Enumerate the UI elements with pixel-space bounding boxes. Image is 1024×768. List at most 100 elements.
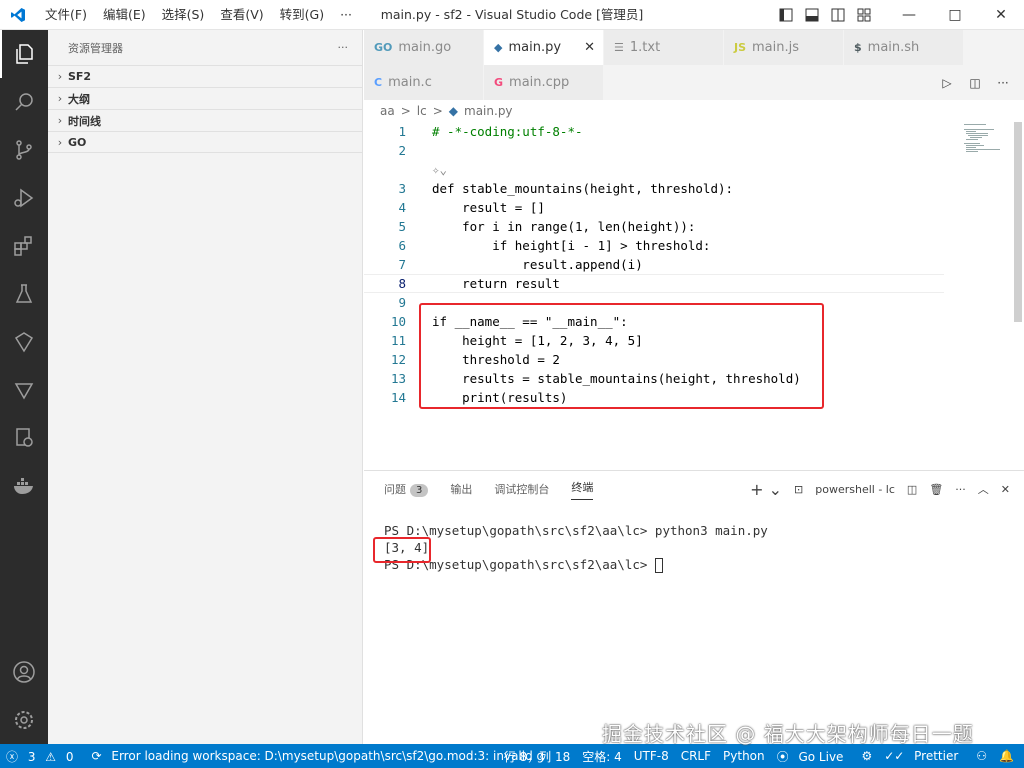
tab-output[interactable]: 输出: [450, 481, 472, 497]
breadcrumb-item[interactable]: lc: [417, 104, 427, 118]
close-tab-icon[interactable]: ✕: [584, 40, 595, 55]
menu-more[interactable]: ···: [333, 0, 359, 30]
breadcrumb-item[interactable]: aa: [380, 104, 395, 118]
menu-selection[interactable]: 选择(S): [155, 0, 212, 30]
sidebar-more-button[interactable]: ···: [338, 41, 349, 54]
minimize-icon[interactable]: —: [886, 0, 932, 30]
tab-main-py[interactable]: ◆ main.py ✕: [484, 30, 604, 65]
section-outline[interactable]: › 大纲: [48, 87, 362, 109]
section-timeline[interactable]: › 时间线: [48, 109, 362, 131]
code-text: if height[i - 1] > threshold:: [432, 238, 711, 253]
line-number: 12: [390, 352, 406, 367]
tab-label: main.c: [388, 75, 432, 90]
docker-icon[interactable]: [0, 462, 48, 510]
indentation[interactable]: 空格: 4: [576, 748, 628, 765]
tab-label: main.js: [752, 40, 800, 55]
code-editor[interactable]: aa > lc > ◆ main.py 1 # -*-coding:utf-8-*…: [364, 100, 1024, 470]
cursor-position[interactable]: 行 8，列 18: [498, 748, 577, 765]
code-line: 1 # -*-coding:utf-8-*-: [364, 122, 944, 141]
source-control-icon[interactable]: [0, 126, 48, 174]
search-icon[interactable]: [0, 78, 48, 126]
terminal-output[interactable]: PS D:\mysetup\gopath\src\sf2\aa\lc> pyth…: [384, 523, 768, 574]
line-number: 5: [398, 219, 406, 234]
tab-main-c[interactable]: Cmain.c: [364, 65, 484, 100]
new-terminal-icon[interactable]: + ⌄: [750, 480, 782, 499]
menu-go[interactable]: 转到(G): [273, 0, 331, 30]
code-line: 3 def stable_mountains(height, threshold)…: [364, 179, 944, 198]
tab-main-cpp[interactable]: Gmain.cpp: [484, 65, 604, 100]
toggle-panel-icon[interactable]: [802, 5, 822, 25]
editor-tabs-row2: Cmain.c Gmain.cpp ▷ ◫ ···: [364, 65, 1024, 100]
copilot-icon[interactable]: ⚙: [855, 749, 878, 763]
tab-main-sh[interactable]: $ main.sh: [844, 30, 964, 65]
editor-scrollbar[interactable]: [1014, 122, 1022, 322]
run-debug-icon[interactable]: [0, 174, 48, 222]
problems-status[interactable]: ⓧ 3 ⚠ 0: [0, 748, 86, 765]
section-go[interactable]: › GO: [48, 131, 362, 153]
status-message-text: Error loading workspace: D:\mysetup\gopa…: [111, 749, 545, 763]
close-panel-icon[interactable]: ✕: [1001, 483, 1010, 496]
section-label: GO: [68, 135, 87, 149]
notifications-bell-icon[interactable]: 🔔: [993, 749, 1020, 763]
code-line: 4 result = []: [364, 198, 944, 217]
codelens-sparkle-icon[interactable]: ✧⌄: [406, 162, 447, 177]
line-number: 13: [390, 371, 406, 386]
terminal-name[interactable]: powershell - lc: [815, 483, 895, 496]
feedback-icon[interactable]: ⚇: [970, 749, 993, 763]
tab-main-js[interactable]: JS main.js: [724, 30, 844, 65]
maximize-icon[interactable]: □: [932, 0, 978, 30]
eol[interactable]: CRLF: [675, 749, 717, 763]
remote-containers-icon[interactable]: [0, 414, 48, 462]
testing-icon[interactable]: [0, 270, 48, 318]
status-message[interactable]: ⟳ Error loading workspace: D:\mysetup\go…: [86, 749, 557, 763]
close-icon[interactable]: ✕: [978, 0, 1024, 30]
trash-icon[interactable]: 🗑: [929, 483, 943, 496]
go-file-icon: GO: [374, 41, 393, 54]
problems-badge: 3: [410, 484, 429, 497]
toggle-secondary-sidebar-icon[interactable]: [828, 5, 848, 25]
split-editor-icon[interactable]: ◫: [966, 76, 984, 90]
tab-debug-console[interactable]: 调试控制台: [494, 481, 549, 497]
go-live-label: Go Live: [798, 749, 844, 764]
run-file-icon[interactable]: ▷: [938, 76, 956, 90]
line-number: 2: [398, 143, 406, 158]
python-file-icon: ◆: [448, 104, 459, 118]
more-actions-icon[interactable]: ···: [994, 76, 1012, 90]
explorer-sidebar: 资源管理器 ··· › SF2 › 大纲 › 时间线 › GO: [48, 30, 363, 744]
text-file-icon: ☰: [614, 41, 624, 54]
tab-label: main.py: [508, 40, 562, 55]
extensions-icon[interactable]: [0, 222, 48, 270]
customize-layout-icon[interactable]: [854, 5, 874, 25]
chevron-right-icon: ›: [57, 92, 63, 105]
tab-main-go[interactable]: GO main.go: [364, 30, 484, 65]
tab-terminal[interactable]: 终端: [571, 479, 594, 500]
section-label: 大纲: [68, 92, 90, 106]
python-file-icon: ◆: [494, 41, 503, 54]
tab-1-txt[interactable]: ☰ 1.txt: [604, 30, 724, 65]
account-icon[interactable]: [0, 648, 48, 696]
breadcrumb-item[interactable]: main.py: [464, 104, 513, 118]
breadcrumb: aa > lc > ◆ main.py: [364, 100, 1024, 122]
explorer-icon[interactable]: [0, 30, 48, 78]
line-number: 11: [390, 333, 406, 348]
menu-edit[interactable]: 编辑(E): [96, 0, 153, 30]
settings-gear-icon[interactable]: [0, 696, 48, 744]
tab-problems[interactable]: 问题 3: [384, 481, 429, 497]
encoding[interactable]: UTF-8: [628, 749, 675, 763]
menu-file[interactable]: 文件(F): [38, 0, 94, 30]
section-sf2[interactable]: › SF2: [48, 65, 362, 87]
split-terminal-icon[interactable]: ◫: [907, 483, 917, 496]
remote-explorer-icon[interactable]: [0, 318, 48, 366]
js-file-icon: JS: [734, 41, 747, 54]
tab-label: 问题: [384, 483, 406, 496]
prettier-button[interactable]: ✓✓ Prettier: [878, 749, 970, 763]
language-mode[interactable]: Python: [717, 749, 771, 763]
maximize-panel-icon[interactable]: ︿: [978, 481, 989, 497]
minimap[interactable]: [944, 122, 1004, 162]
menu-view[interactable]: 查看(V): [213, 0, 270, 30]
go-live-button[interactable]: ⦿ Go Live: [771, 748, 856, 765]
toggle-sidebar-icon[interactable]: [776, 5, 796, 25]
gitlens-icon[interactable]: [0, 366, 48, 414]
line-number: 7: [398, 257, 406, 272]
more-actions-icon[interactable]: ···: [955, 483, 966, 496]
